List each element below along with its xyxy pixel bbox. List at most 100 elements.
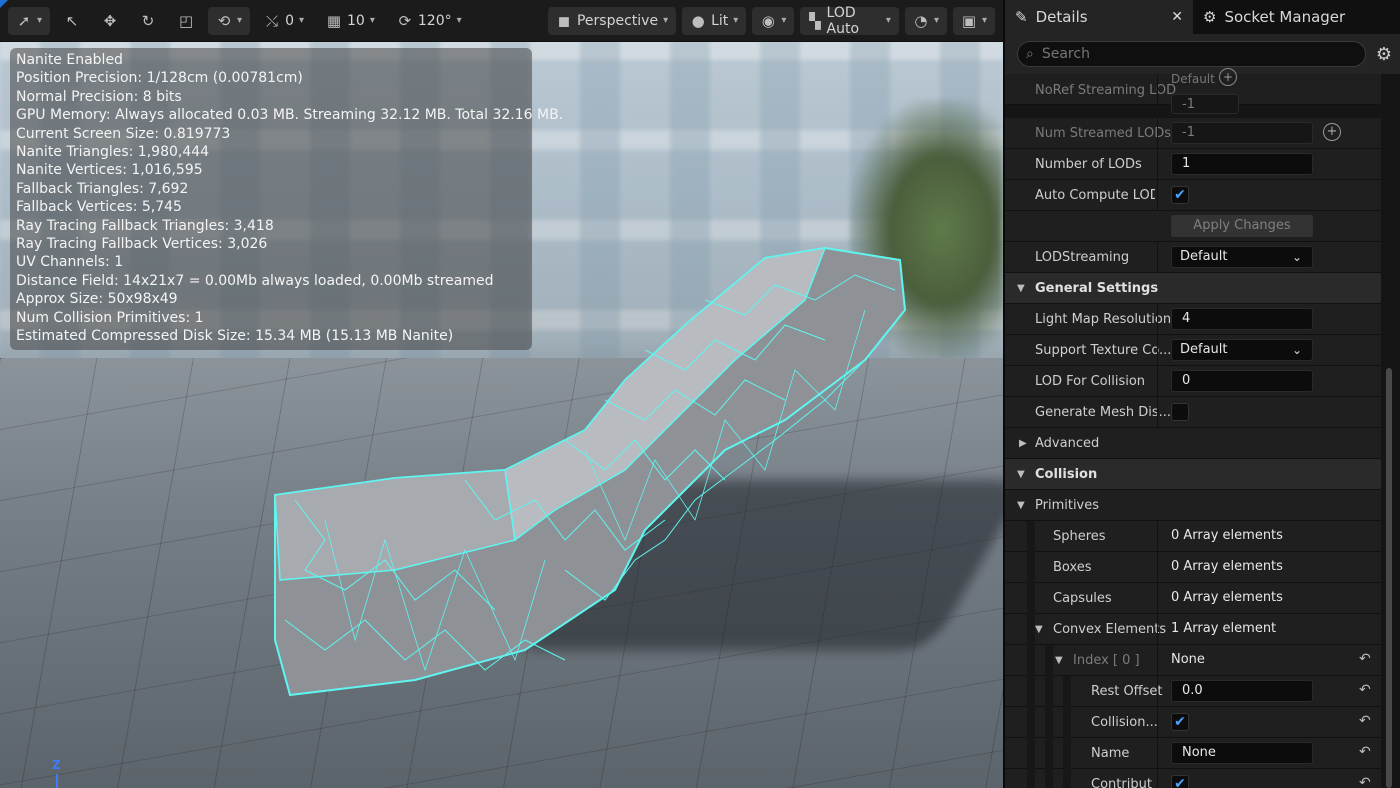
- row-capsules: Capsules 0 Array elements: [1005, 583, 1381, 614]
- search-box[interactable]: ⌕: [1017, 41, 1366, 67]
- snap-rotation-dropdown[interactable]: ⤯ 0 ▾: [256, 7, 312, 35]
- chevron-down-icon: ▾: [456, 15, 462, 26]
- collision-category-label: Collision: [1035, 467, 1098, 482]
- collision-enabled-checkbox[interactable]: ✔: [1171, 713, 1189, 731]
- contribute-label: Contribut: [1091, 777, 1152, 788]
- add-plus-icon[interactable]: +: [1219, 68, 1237, 86]
- light-map-resolution-label: Light Map Resolution: [1035, 312, 1172, 327]
- apply-changes-button[interactable]: Apply Changes: [1171, 215, 1313, 237]
- number-of-lods-field[interactable]: 1: [1171, 153, 1313, 175]
- search-input[interactable]: [1041, 46, 1322, 62]
- noref-streaming-lod-field[interactable]: -1: [1171, 94, 1239, 114]
- row-divider: [1157, 552, 1158, 583]
- lod-icon: ▚: [809, 11, 821, 30]
- chevron-down-icon: ▾: [298, 15, 305, 26]
- row-primitives[interactable]: ▼ Primitives: [1005, 490, 1381, 521]
- performance-dropdown[interactable]: ◔ ▾: [904, 6, 947, 35]
- lod-label: LOD Auto: [826, 4, 860, 37]
- axis-z-line: [56, 774, 58, 788]
- support-texture-combo[interactable]: Default ⌄: [1171, 339, 1313, 361]
- select-tool-button[interactable]: ↖: [56, 7, 88, 35]
- row-divider: [1157, 707, 1158, 738]
- category-collision[interactable]: ▼ Collision: [1005, 459, 1381, 490]
- lighting-label: Lit: [711, 12, 729, 29]
- indent-guide: [1045, 707, 1053, 738]
- indent-guide: [1027, 583, 1035, 614]
- boxes-label: Boxes: [1053, 560, 1092, 575]
- reset-arrow-icon[interactable]: ↶: [1359, 713, 1371, 729]
- stat-line: Fallback Triangles: 7,692: [16, 180, 189, 197]
- row-divider: [1157, 304, 1158, 335]
- viewport[interactable]: ➚ ▾ ↖ ✥ ↻ ◰ ⟲ ▾ ⤯ 0 ▾ ▦ 10 ▾ ⟳ 120° ▾ ◼ Perspecti…: [0, 0, 1003, 788]
- coordinate-space-dropdown[interactable]: ⟲ ▾: [208, 6, 251, 35]
- grid-snap-dropdown[interactable]: ▦ 10 ▾: [318, 7, 383, 35]
- row-generate-mesh-distance: Generate Mesh Dis...: [1005, 397, 1381, 428]
- contribute-checkbox[interactable]: ✔: [1171, 775, 1189, 788]
- row-boxes: Boxes 0 Array elements: [1005, 552, 1381, 583]
- row-divider: [1157, 149, 1158, 180]
- camera-icon: ◼: [557, 11, 571, 30]
- rotation-snap-dropdown[interactable]: ⟳ 120° ▾: [389, 7, 470, 35]
- auto-compute-lod-label: Auto Compute LOD D: [1035, 188, 1155, 203]
- rotate-tool-button[interactable]: ↻: [132, 7, 164, 35]
- support-texture-label: Support Texture Co...: [1035, 343, 1172, 358]
- expanded-triangle-icon: ▼: [1017, 500, 1025, 511]
- lod-streaming-combo[interactable]: Default ⌄: [1171, 246, 1313, 268]
- spheres-label: Spheres: [1053, 529, 1106, 544]
- panel-scrollbar[interactable]: [1386, 368, 1392, 788]
- row-divider: [1157, 366, 1158, 397]
- add-plus-icon[interactable]: +: [1323, 123, 1341, 141]
- row-index-0[interactable]: ▼ Index [ 0 ] None ↶: [1005, 645, 1381, 676]
- rest-offset-field[interactable]: 0.0: [1171, 680, 1313, 702]
- category-general-settings[interactable]: ▼ General Settings: [1005, 273, 1381, 304]
- translate-tool-button[interactable]: ✥: [94, 7, 126, 35]
- row-advanced[interactable]: ▶ Advanced: [1005, 428, 1381, 459]
- row-divider: [1157, 521, 1158, 552]
- reset-arrow-icon[interactable]: ↶: [1359, 651, 1371, 667]
- lod-streaming-value: Default: [1180, 249, 1228, 264]
- reset-arrow-icon[interactable]: ↶: [1359, 682, 1371, 698]
- show-dropdown[interactable]: ◉ ▾: [752, 6, 795, 35]
- settings-gear-icon[interactable]: ⚙: [1376, 44, 1392, 65]
- row-convex-elements[interactable]: ▼ Convex Elements 1 Array element: [1005, 614, 1381, 645]
- screen-settings-dropdown[interactable]: ▣ ▾: [952, 6, 995, 35]
- rotation-snap-icon: ⟳: [398, 11, 412, 30]
- rotation-angle-value: 120°: [417, 12, 452, 29]
- row-support-texture: Support Texture Co... Default ⌄: [1005, 335, 1381, 366]
- row-divider: [1157, 676, 1158, 707]
- select-mode-dropdown[interactable]: ➚ ▾: [8, 6, 51, 35]
- indent-guide: [1027, 676, 1035, 707]
- light-map-resolution-field[interactable]: 4: [1171, 308, 1313, 330]
- chevron-down-icon: ▾: [237, 15, 243, 26]
- chevron-down-icon: ▾: [663, 15, 669, 26]
- indent-guide: [1027, 769, 1035, 788]
- row-num-streamed-lods: Num Streamed LODs -1 +: [1005, 118, 1381, 149]
- tab-details[interactable]: ✎ Details ✕: [1005, 0, 1193, 34]
- reset-arrow-icon[interactable]: ↶: [1359, 775, 1371, 788]
- scale-tool-button[interactable]: ◰: [170, 7, 202, 35]
- lod-dropdown[interactable]: ▚ LOD Auto ▾: [800, 4, 899, 37]
- tab-socket-manager[interactable]: ⚙ Socket Manager: [1193, 0, 1355, 34]
- reset-arrow-icon[interactable]: ↶: [1359, 744, 1371, 760]
- general-settings-label: General Settings: [1035, 281, 1159, 296]
- chevron-down-icon: ▾: [781, 15, 787, 26]
- lit-dropdown[interactable]: ● Lit ▾: [682, 6, 747, 35]
- stat-line: Normal Precision: 8 bits: [16, 88, 182, 105]
- name-field[interactable]: None: [1171, 742, 1313, 764]
- row-contribute: Contribut ✔ ↶: [1005, 769, 1381, 788]
- collapsed-triangle-icon: ▶: [1019, 438, 1027, 449]
- row-noref-streaming-lod: NoRef Streaming LOD Default + -1: [1005, 68, 1381, 114]
- row-number-of-lods: Number of LODs 1: [1005, 149, 1381, 180]
- stat-line: Fallback Vertices: 5,745: [16, 199, 182, 216]
- row-divider: [1157, 583, 1158, 614]
- close-icon[interactable]: ✕: [1171, 9, 1183, 25]
- rotate-icon: ↻: [141, 11, 155, 30]
- num-streamed-lods-field[interactable]: -1: [1171, 122, 1313, 144]
- noref-default-label: Default: [1171, 72, 1215, 86]
- lod-for-collision-field[interactable]: 0: [1171, 370, 1313, 392]
- row-divider: [1157, 614, 1158, 645]
- auto-compute-checkbox[interactable]: ✔: [1171, 186, 1189, 204]
- generate-mesh-distance-checkbox[interactable]: [1171, 403, 1189, 421]
- stat-line: UV Channels: 1: [16, 254, 124, 271]
- perspective-dropdown[interactable]: ◼ Perspective ▾: [547, 6, 677, 35]
